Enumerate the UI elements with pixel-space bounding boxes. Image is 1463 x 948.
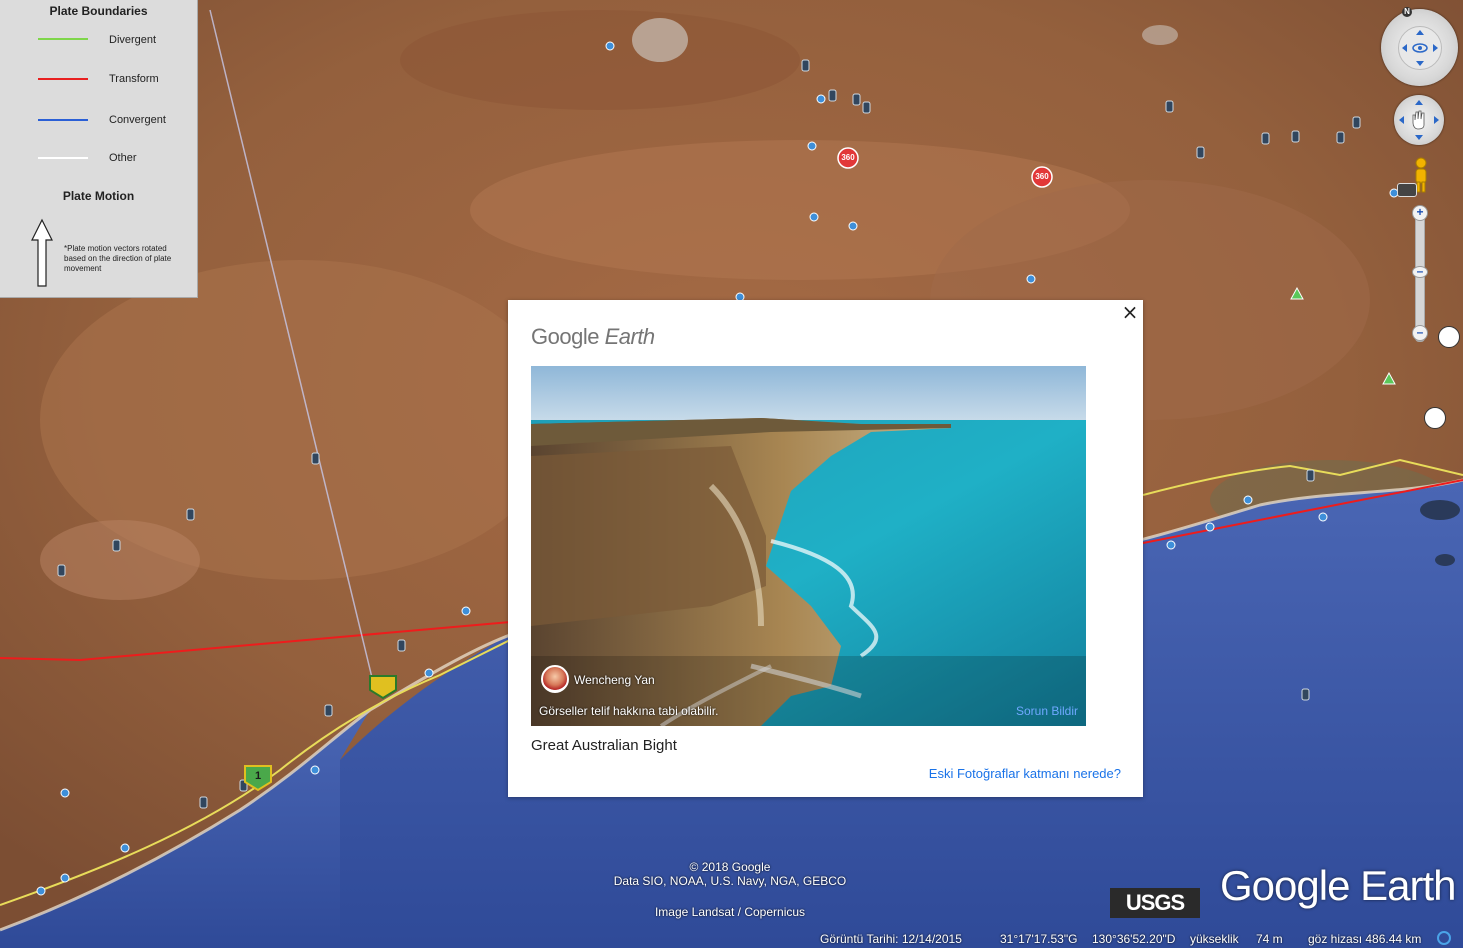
legend-label-transform: Transform: [109, 73, 159, 85]
copyright-notice: Görseller telif hakkına tabi olabilir.: [539, 704, 719, 718]
google-earth-watermark: Google Earth: [1220, 862, 1456, 909]
place-photo[interactable]: Wencheng Yan Görseller telif hakkına tab…: [531, 366, 1086, 726]
legend-label-divergent: Divergent: [109, 34, 157, 46]
author-avatar[interactable]: [541, 665, 569, 693]
plate-boundaries-legend: Plate Boundaries Divergent Transform Con…: [0, 0, 198, 298]
streaming-status-icon: [1437, 931, 1451, 945]
data-providers-text: Data SIO, NOAA, U.S. Navy, NGA, GEBCO: [613, 874, 847, 888]
plate-motion-title: Plate Motion: [62, 189, 135, 203]
zoom-slider-handle[interactable]: –: [1412, 265, 1428, 278]
eye-altitude-readout: göz hizası 486.44 km: [1308, 932, 1422, 946]
google-earth-logo: Google Earth: [531, 324, 655, 349]
cliff-coast-photo: [531, 366, 1086, 726]
map-attribution: © 2018 Google Data SIO, NOAA, U.S. Navy,…: [580, 860, 880, 888]
plate-motion-arrow-icon: [31, 218, 53, 287]
legend-label-other: Other: [109, 152, 137, 164]
eye-icon: [1402, 30, 1438, 66]
zoom-out-button[interactable]: –: [1412, 325, 1428, 341]
convergent-swatch: [38, 119, 88, 121]
close-popup-button[interactable]: ×: [1120, 302, 1140, 322]
old-photos-layer-link[interactable]: Eski Fotoğraflar katmanı nerede?: [929, 766, 1121, 781]
status-bar: [0, 929, 1463, 948]
legend-title: Plate Boundaries: [49, 4, 148, 18]
author-name[interactable]: Wencheng Yan: [574, 673, 655, 687]
imagery-date: Görüntü Tarihi: 12/14/2015: [820, 932, 962, 946]
route-shield-label: 1: [254, 770, 262, 782]
divergent-swatch: [38, 38, 88, 40]
longitude-readout: 130°36'52.20"D: [1092, 932, 1176, 946]
imagery-credit: Image Landsat / Copernicus: [654, 905, 806, 919]
photo-360-badge[interactable]: 360: [1033, 172, 1051, 181]
photo-360-badge[interactable]: 360: [839, 153, 857, 162]
report-problem-link[interactable]: Sorun Bildir: [1016, 704, 1078, 718]
transform-swatch: [38, 78, 88, 80]
zoom-in-button[interactable]: +: [1412, 205, 1428, 221]
photo-cluster-icon[interactable]: [1438, 326, 1460, 348]
pegman-base-icon: [1397, 183, 1417, 197]
elevation-value: 74 m: [1256, 932, 1283, 946]
copyright-text: © 2018 Google: [689, 860, 771, 874]
legend-motion-note: *Plate motion vectors rotated based on t…: [64, 244, 172, 273]
place-title: Great Australian Bight: [531, 737, 677, 754]
pan-hand-icon[interactable]: [1394, 95, 1444, 145]
photo-cluster-icon[interactable]: [1424, 407, 1446, 429]
other-swatch: [38, 157, 88, 159]
usgs-logo: USGS: [1110, 888, 1200, 918]
north-indicator-icon[interactable]: N: [1402, 7, 1412, 17]
elevation-label: yükseklik: [1190, 932, 1239, 946]
legend-label-convergent: Convergent: [109, 114, 166, 126]
place-info-popup: Google Earth × Wencheng Yan Görseller te…: [508, 300, 1143, 797]
latitude-readout: 31°17'17.53"G: [1000, 932, 1078, 946]
